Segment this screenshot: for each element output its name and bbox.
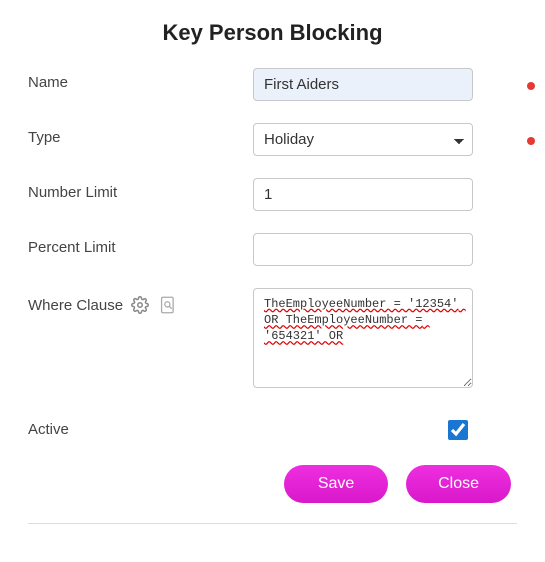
label-percent-limit: Percent Limit <box>28 233 253 256</box>
search-document-icon[interactable] <box>157 294 179 316</box>
footer-separator <box>28 523 517 524</box>
active-checkbox[interactable] <box>448 420 468 440</box>
row-name: Name <box>28 68 517 101</box>
required-dot-icon <box>527 137 535 145</box>
row-active: Active <box>28 415 517 443</box>
where-clause-textarea[interactable] <box>253 288 473 388</box>
row-percent-limit: Percent Limit <box>28 233 517 266</box>
gear-icon[interactable] <box>129 294 151 316</box>
label-where-clause: Where Clause <box>28 288 253 316</box>
label-active: Active <box>28 415 253 438</box>
button-row: Save Close <box>28 465 517 503</box>
label-number-limit: Number Limit <box>28 178 253 201</box>
row-number-limit: Number Limit <box>28 178 517 211</box>
row-where-clause: Where Clause <box>28 288 517 393</box>
required-dot-icon <box>527 82 535 90</box>
label-where-clause-text: Where Clause <box>28 297 123 314</box>
percent-limit-input[interactable] <box>253 233 473 266</box>
row-type: Type Holiday <box>28 123 517 156</box>
close-button[interactable]: Close <box>406 465 511 503</box>
page-title: Key Person Blocking <box>28 20 517 46</box>
type-select[interactable]: Holiday <box>253 123 473 156</box>
label-name: Name <box>28 68 253 91</box>
label-type: Type <box>28 123 253 146</box>
name-input[interactable] <box>253 68 473 101</box>
number-limit-input[interactable] <box>253 178 473 211</box>
save-button[interactable]: Save <box>284 465 388 503</box>
